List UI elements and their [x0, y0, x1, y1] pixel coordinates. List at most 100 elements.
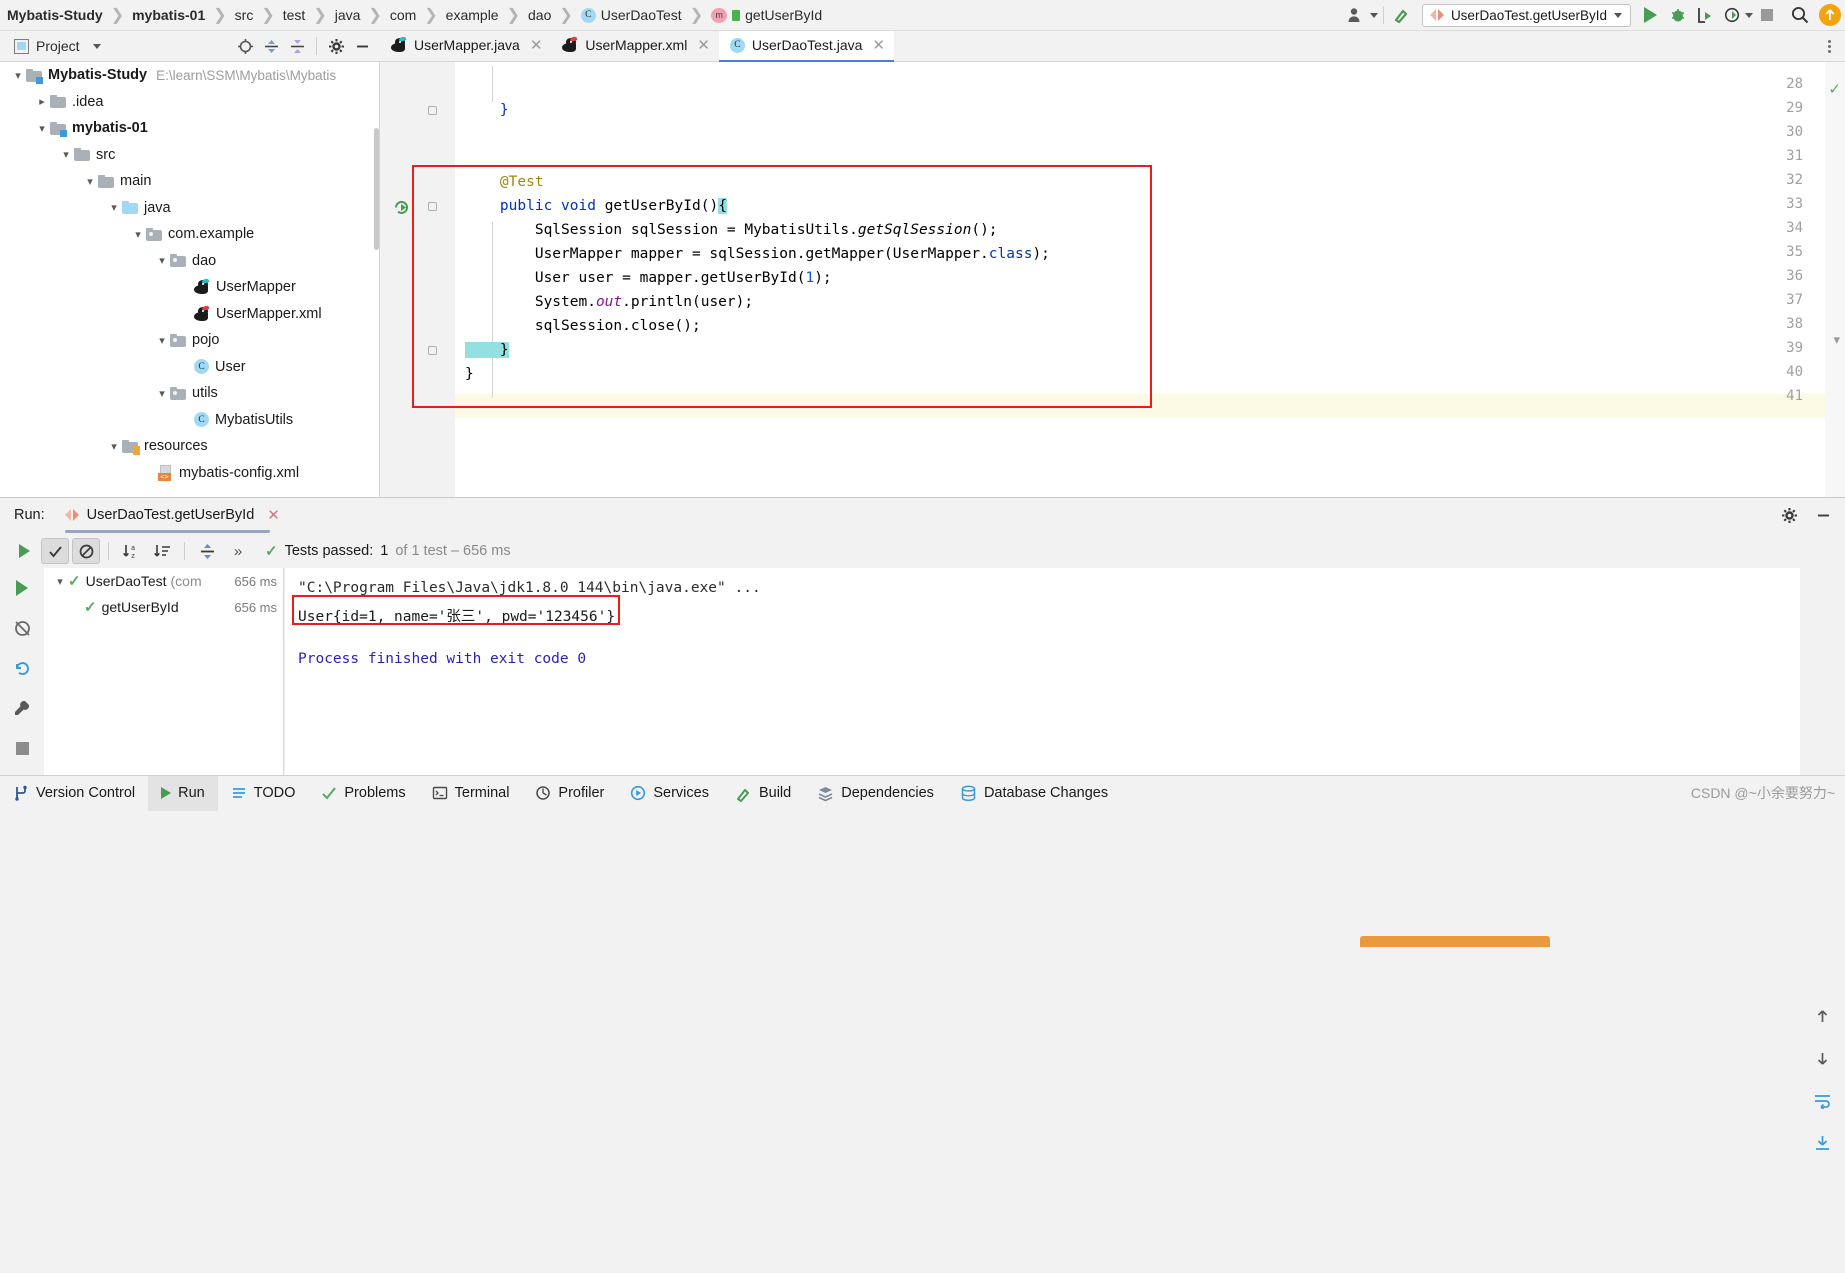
breadcrumb-item-com[interactable]: com: [383, 0, 423, 31]
status-item-build[interactable]: Build: [722, 776, 804, 811]
chevron-down-icon[interactable]: ▾: [1833, 332, 1840, 348]
settings-wrench-icon[interactable]: [0, 688, 44, 728]
breadcrumb-item-project[interactable]: Mybatis-Study: [0, 0, 110, 31]
tree-item-java[interactable]: ▾ java: [0, 195, 379, 222]
status-item-database-changes[interactable]: Database Changes: [947, 776, 1121, 811]
search-everywhere-icon[interactable]: [1786, 2, 1813, 29]
scroll-down-icon[interactable]: [1800, 1037, 1845, 1079]
tree-item-com-example[interactable]: ▾ com.example: [0, 221, 379, 248]
chevron-down-icon[interactable]: ▾: [52, 575, 68, 588]
tree-item-user[interactable]: C User: [0, 354, 379, 381]
tree-item-mybatis-config-xml[interactable]: <> mybatis-config.xml: [0, 460, 379, 487]
profiler-icon[interactable]: [1718, 2, 1745, 29]
minimize-icon[interactable]: [1809, 502, 1837, 528]
expand-all-icon[interactable]: [259, 34, 283, 58]
breadcrumb-item-class[interactable]: C UserDaoTest: [574, 0, 689, 31]
chevron-down-icon[interactable]: ▾: [106, 201, 122, 214]
sort-alphabetically-icon[interactable]: az: [117, 538, 145, 564]
chevron-down-icon[interactable]: ▾: [82, 175, 98, 188]
project-tree[interactable]: ▾ Mybatis-Study E:\learn\SSM\Mybatis\Myb…: [0, 62, 380, 497]
scroll-up-icon[interactable]: [1800, 995, 1845, 1037]
status-item-services[interactable]: Services: [617, 776, 722, 811]
run-configuration-selector[interactable]: UserDaoTest.getUserById: [1421, 3, 1631, 27]
tree-item-usermapper-xml[interactable]: UserMapper.xml: [0, 301, 379, 328]
gear-icon[interactable]: [1775, 502, 1803, 528]
stop-icon[interactable]: [0, 728, 44, 768]
more-icon[interactable]: »: [224, 538, 252, 564]
editor-tab-usermapper-xml[interactable]: UserMapper.xml ✕: [551, 31, 719, 62]
run-tab-userdaotest[interactable]: UserDaoTest.getUserById ✕: [45, 506, 280, 524]
coverage-icon[interactable]: [0, 608, 44, 648]
project-tree-vertical-scrollbar[interactable]: [374, 128, 379, 250]
tree-item-resources[interactable]: ▾ resources: [0, 433, 379, 460]
soft-wrap-icon[interactable]: [1800, 1079, 1845, 1121]
run-with-coverage-icon[interactable]: [1691, 2, 1718, 29]
tree-item-pojo[interactable]: ▾ pojo: [0, 327, 379, 354]
tree-item-mybatis-01[interactable]: ▾ mybatis-01: [0, 115, 379, 142]
update-project-icon[interactable]: [1819, 4, 1841, 26]
more-options-icon[interactable]: [1822, 39, 1837, 53]
status-item-problems[interactable]: Problems: [308, 776, 418, 811]
test-tree-row-class[interactable]: ▾ ✓ UserDaoTest (com 656 ms: [44, 568, 283, 594]
tree-item-main[interactable]: ▾ main: [0, 168, 379, 195]
fold-marker[interactable]: [428, 106, 442, 120]
close-icon[interactable]: ✕: [872, 36, 885, 54]
chevron-down-icon[interactable]: ▾: [106, 440, 122, 453]
scroll-to-end-icon[interactable]: [1800, 1121, 1845, 1163]
breadcrumb-item-example[interactable]: example: [439, 0, 506, 31]
fold-marker[interactable]: [428, 202, 442, 216]
close-icon[interactable]: ✕: [262, 506, 280, 524]
stop-icon[interactable]: [1753, 2, 1780, 29]
test-tree-row-method[interactable]: ✓ getUserById 656 ms: [44, 594, 283, 620]
close-icon[interactable]: ✕: [697, 36, 710, 54]
chevron-down-icon[interactable]: ▾: [130, 228, 146, 241]
chevron-down-icon[interactable]: ▾: [154, 254, 170, 267]
tree-item-mybatis-study[interactable]: ▾ Mybatis-Study E:\learn\SSM\Mybatis\Myb…: [0, 62, 379, 89]
code-editor[interactable]: 28 29 30 31 32 33 34 35 36 37 38 39 40 4…: [381, 62, 1845, 497]
run-test-gutter-icon[interactable]: [393, 199, 409, 215]
status-item-dependencies[interactable]: Dependencies: [804, 776, 947, 811]
tree-item-idea[interactable]: ▸ .idea: [0, 89, 379, 116]
editor-gutter[interactable]: [381, 62, 449, 497]
test-results-tree[interactable]: ▾ ✓ UserDaoTest (com 656 ms ✓ getUserByI…: [44, 568, 284, 776]
tree-item-mybatisutils[interactable]: C MybatisUtils: [0, 407, 379, 434]
status-item-profiler[interactable]: Profiler: [522, 776, 617, 811]
breadcrumb-item-method[interactable]: m getUserById: [704, 0, 829, 31]
run-icon[interactable]: [0, 568, 44, 608]
breadcrumb-item-src[interactable]: src: [228, 0, 261, 31]
breadcrumb-item-java[interactable]: java: [328, 0, 368, 31]
editor-inspection-gutter[interactable]: ✓ ▾: [1825, 62, 1845, 497]
chevron-down-icon[interactable]: ▾: [154, 387, 170, 400]
run-icon[interactable]: [1637, 2, 1664, 29]
chevron-down-icon[interactable]: [1369, 12, 1378, 18]
tree-item-usermapper[interactable]: UserMapper: [0, 274, 379, 301]
status-item-terminal[interactable]: Terminal: [419, 776, 523, 811]
editor-tab-userdaotest-java[interactable]: C UserDaoTest.java ✕: [718, 30, 894, 62]
locate-icon[interactable]: [233, 34, 257, 58]
status-item-run[interactable]: Run: [148, 775, 218, 811]
debug-icon[interactable]: [1664, 2, 1691, 29]
status-item-version-control[interactable]: Version Control: [0, 776, 148, 811]
hammer-icon[interactable]: [1389, 2, 1416, 29]
tree-item-utils[interactable]: ▾ utils: [0, 380, 379, 407]
fold-marker[interactable]: [428, 346, 442, 360]
breadcrumb-item-dao[interactable]: dao: [521, 0, 558, 31]
chevron-down-icon[interactable]: ▾: [154, 334, 170, 347]
user-account-icon[interactable]: [1343, 2, 1370, 29]
tree-item-dao[interactable]: ▾ dao: [0, 248, 379, 275]
sort-by-duration-icon[interactable]: [148, 538, 176, 564]
chevron-down-icon[interactable]: ▾: [34, 122, 50, 135]
hide-ignored-icon[interactable]: [72, 538, 100, 564]
editor-tab-usermapper-java[interactable]: UserMapper.java ✕: [380, 31, 551, 62]
chevron-down-icon[interactable]: ▾: [10, 69, 26, 82]
status-item-todo[interactable]: TODO: [218, 776, 309, 811]
console-output[interactable]: "C:\Program Files\Java\jdk1.8.0_144\bin\…: [285, 568, 1800, 776]
rerun-icon[interactable]: [10, 538, 38, 564]
chevron-down-icon[interactable]: [92, 43, 101, 49]
breadcrumb-item-test[interactable]: test: [276, 0, 313, 31]
chevron-down-icon[interactable]: ▾: [58, 148, 74, 161]
tree-item-src[interactable]: ▾ src: [0, 142, 379, 169]
rerun-failed-icon[interactable]: [0, 648, 44, 688]
chevron-right-icon[interactable]: ▸: [34, 95, 50, 108]
collapse-all-icon[interactable]: [285, 34, 309, 58]
